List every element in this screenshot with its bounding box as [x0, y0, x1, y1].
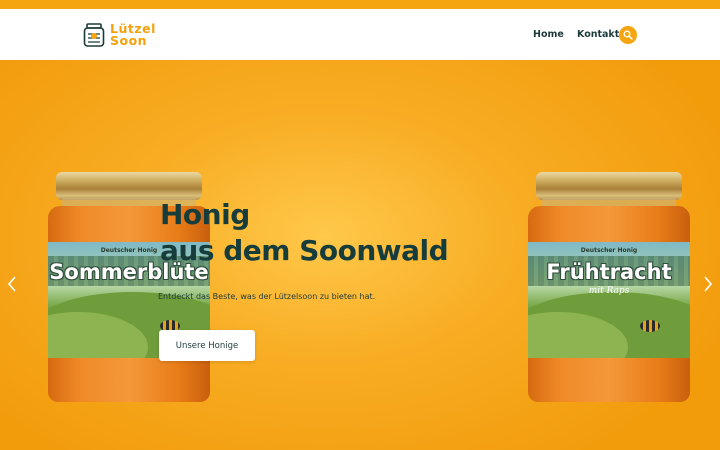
hero-heading-block: Honig aus dem Soonwald: [160, 197, 449, 269]
main-nav-kontakt: Kontakt: [577, 9, 619, 60]
hero-title-line2: aus dem Soonwald: [160, 234, 449, 267]
honey-jar-fruehtracht: Deutscher Honig Frühtracht mit Raps: [526, 172, 692, 402]
jar-lid: [56, 172, 202, 200]
hero-title-line1: Honig: [160, 198, 250, 231]
nav-item-home[interactable]: Home: [533, 29, 564, 40]
slider-next-button[interactable]: [703, 276, 713, 292]
search-button[interactable]: [619, 26, 637, 44]
hero-title: Honig aus dem Soonwald: [160, 197, 449, 269]
jar-label-small: Deutscher Honig: [580, 247, 638, 254]
honey-jar-logo-icon: [83, 23, 105, 47]
nav-item-kontakt[interactable]: Kontakt: [577, 29, 619, 40]
chevron-left-icon: [7, 276, 16, 292]
hero-description: Entdeckt das Beste, was der Lützelsoon z…: [158, 292, 376, 301]
brand-logo[interactable]: Lützel Soon: [82, 21, 156, 49]
brand-name: Lützel Soon: [110, 22, 156, 48]
jar-label: Deutscher Honig Frühtracht mit Raps: [528, 242, 690, 358]
top-accent-bar: [0, 0, 720, 9]
chevron-right-icon: [704, 276, 713, 292]
bee-icon: [640, 320, 660, 332]
search-icon: [623, 30, 633, 40]
jar-label-subtitle: mit Raps: [588, 286, 630, 296]
brand-name-line2: Soon: [110, 33, 148, 48]
main-nav-home: Home: [533, 9, 564, 60]
site-header: Lützel Soon Home Kontakt: [0, 9, 720, 60]
slider-prev-button[interactable]: [7, 276, 17, 292]
our-honeys-button[interactable]: Unsere Honige: [159, 330, 255, 361]
hero-slider: Deutscher Honig Sommerblüte Deutscher Ho…: [0, 60, 720, 450]
jar-lid: [536, 172, 682, 200]
jar-label-title: Frühtracht: [546, 260, 672, 284]
